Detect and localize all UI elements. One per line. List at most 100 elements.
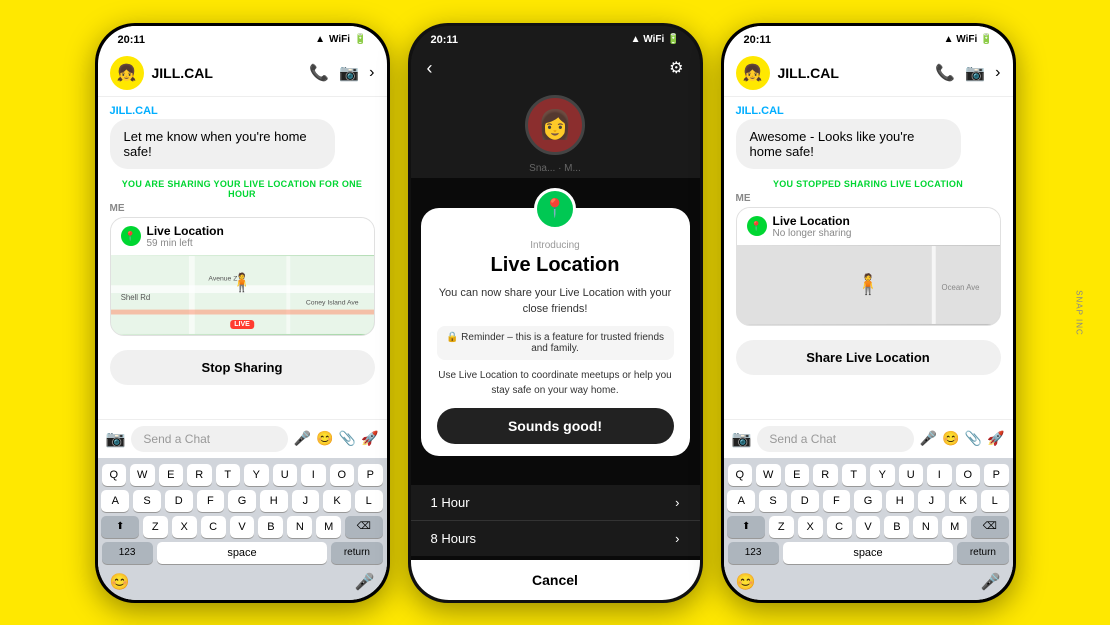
key-s-right[interactable]: S [759, 490, 787, 512]
video-icon-right[interactable]: 📷 [965, 63, 985, 83]
key-g-right[interactable]: G [854, 490, 882, 512]
key-u-right[interactable]: U [899, 464, 924, 486]
key-l-right[interactable]: L [981, 490, 1009, 512]
attach-icon-right[interactable]: 📎 [965, 430, 982, 447]
camera-icon-left[interactable]: 📷 [106, 429, 126, 449]
emoji-kb-icon-left[interactable]: 😊 [110, 572, 130, 592]
key-l-left[interactable]: L [355, 490, 383, 512]
key-v-right[interactable]: V [856, 516, 881, 538]
emoji-icon-right[interactable]: 😊 [942, 430, 959, 447]
phone-icon-left[interactable]: 📞 [309, 63, 329, 83]
key-p-right[interactable]: P [984, 464, 1009, 486]
key-n-right[interactable]: N [913, 516, 938, 538]
camera-icon-right[interactable]: 📷 [732, 429, 752, 449]
key-shift-left[interactable]: ⬆ [101, 516, 138, 538]
key-space-left[interactable]: space [157, 542, 328, 564]
key-y-right[interactable]: Y [870, 464, 895, 486]
key-p-left[interactable]: P [358, 464, 383, 486]
key-b-right[interactable]: B [884, 516, 909, 538]
stop-sharing-button[interactable]: Stop Sharing [110, 350, 375, 385]
attach-icon-left[interactable]: 📎 [339, 430, 356, 447]
key-z-right[interactable]: Z [769, 516, 794, 538]
status-time-right: 20:11 [744, 34, 772, 46]
key-a-left[interactable]: A [101, 490, 129, 512]
chevron-right-icon-left[interactable]: › [369, 64, 374, 82]
key-t-left[interactable]: T [216, 464, 241, 486]
me-label-left: ME [110, 203, 375, 214]
key-h-left[interactable]: H [260, 490, 288, 512]
map-area-right: Ocean Ave 🧍 [737, 245, 1000, 325]
key-backspace-right[interactable]: ⌫ [971, 516, 1008, 538]
key-123-right[interactable]: 123 [728, 542, 779, 564]
key-return-right[interactable]: return [957, 542, 1008, 564]
key-v-left[interactable]: V [230, 516, 255, 538]
key-d-left[interactable]: D [165, 490, 193, 512]
chat-area-left: JILL.CAL Let me know when you're home sa… [98, 97, 387, 419]
key-space-right[interactable]: space [783, 542, 954, 564]
key-u-left[interactable]: U [273, 464, 298, 486]
key-return-left[interactable]: return [331, 542, 382, 564]
key-backspace-left[interactable]: ⌫ [345, 516, 382, 538]
video-icon-left[interactable]: 📷 [339, 63, 359, 83]
mic-icon-left[interactable]: 🎤 [294, 430, 311, 447]
key-n-left[interactable]: N [287, 516, 312, 538]
key-q-left[interactable]: Q [102, 464, 127, 486]
status-bar-right: 20:11 ▲ WiFi 🔋 [724, 26, 1013, 50]
live-location-title-left: Live Location [147, 224, 224, 238]
key-123-left[interactable]: 123 [102, 542, 153, 564]
key-s-left[interactable]: S [133, 490, 161, 512]
emoji-icon-left[interactable]: 😊 [316, 430, 333, 447]
mic-kb-icon-right[interactable]: 🎤 [981, 572, 1001, 592]
key-c-left[interactable]: C [201, 516, 226, 538]
key-g-left[interactable]: G [228, 490, 256, 512]
key-k-left[interactable]: K [323, 490, 351, 512]
key-h-right[interactable]: H [886, 490, 914, 512]
key-x-left[interactable]: X [172, 516, 197, 538]
key-o-left[interactable]: O [330, 464, 355, 486]
chevron-right-icon-right[interactable]: › [995, 64, 1000, 82]
key-e-right[interactable]: E [785, 464, 810, 486]
key-r-left[interactable]: R [187, 464, 212, 486]
key-k-right[interactable]: K [949, 490, 977, 512]
key-q-right[interactable]: Q [728, 464, 753, 486]
key-a-right[interactable]: A [727, 490, 755, 512]
chat-input-field-left[interactable]: Send a Chat [131, 426, 287, 452]
back-icon-middle[interactable]: ‹ [427, 58, 433, 79]
key-m-right[interactable]: M [942, 516, 967, 538]
key-d-right[interactable]: D [791, 490, 819, 512]
send-icon-left[interactable]: 🚀 [361, 430, 378, 447]
time-options: 1 Hour › 8 Hours › [411, 485, 700, 556]
key-f-right[interactable]: F [823, 490, 851, 512]
key-e-left[interactable]: E [159, 464, 184, 486]
key-w-left[interactable]: W [130, 464, 155, 486]
sounds-good-button[interactable]: Sounds good! [437, 408, 674, 444]
chat-input-field-right[interactable]: Send a Chat [757, 426, 913, 452]
key-y-left[interactable]: Y [244, 464, 269, 486]
key-i-right[interactable]: I [927, 464, 952, 486]
key-j-right[interactable]: J [918, 490, 946, 512]
key-o-right[interactable]: O [956, 464, 981, 486]
key-w-right[interactable]: W [756, 464, 781, 486]
send-icon-right[interactable]: 🚀 [987, 430, 1004, 447]
phone-right: 20:11 ▲ WiFi 🔋 👧 JILL.CAL 📞 📷 › [721, 23, 1016, 603]
gear-icon-middle[interactable]: ⚙ [669, 58, 683, 78]
emoji-kb-icon-right[interactable]: 😊 [736, 572, 756, 592]
key-x-right[interactable]: X [798, 516, 823, 538]
key-c-right[interactable]: C [827, 516, 852, 538]
key-t-right[interactable]: T [842, 464, 867, 486]
mic-kb-icon-left[interactable]: 🎤 [355, 572, 375, 592]
key-r-right[interactable]: R [813, 464, 838, 486]
key-shift-right[interactable]: ⬆ [727, 516, 764, 538]
key-z-left[interactable]: Z [143, 516, 168, 538]
key-j-left[interactable]: J [292, 490, 320, 512]
share-live-location-button[interactable]: Share Live Location [736, 340, 1001, 375]
key-b-left[interactable]: B [258, 516, 283, 538]
time-option-1hour[interactable]: 1 Hour › [411, 485, 700, 521]
key-m-left[interactable]: M [316, 516, 341, 538]
key-i-left[interactable]: I [301, 464, 326, 486]
mic-icon-right[interactable]: 🎤 [920, 430, 937, 447]
time-option-8hours[interactable]: 8 Hours › [411, 521, 700, 556]
key-f-left[interactable]: F [197, 490, 225, 512]
cancel-button[interactable]: Cancel [411, 560, 700, 600]
phone-icon-right[interactable]: 📞 [935, 63, 955, 83]
